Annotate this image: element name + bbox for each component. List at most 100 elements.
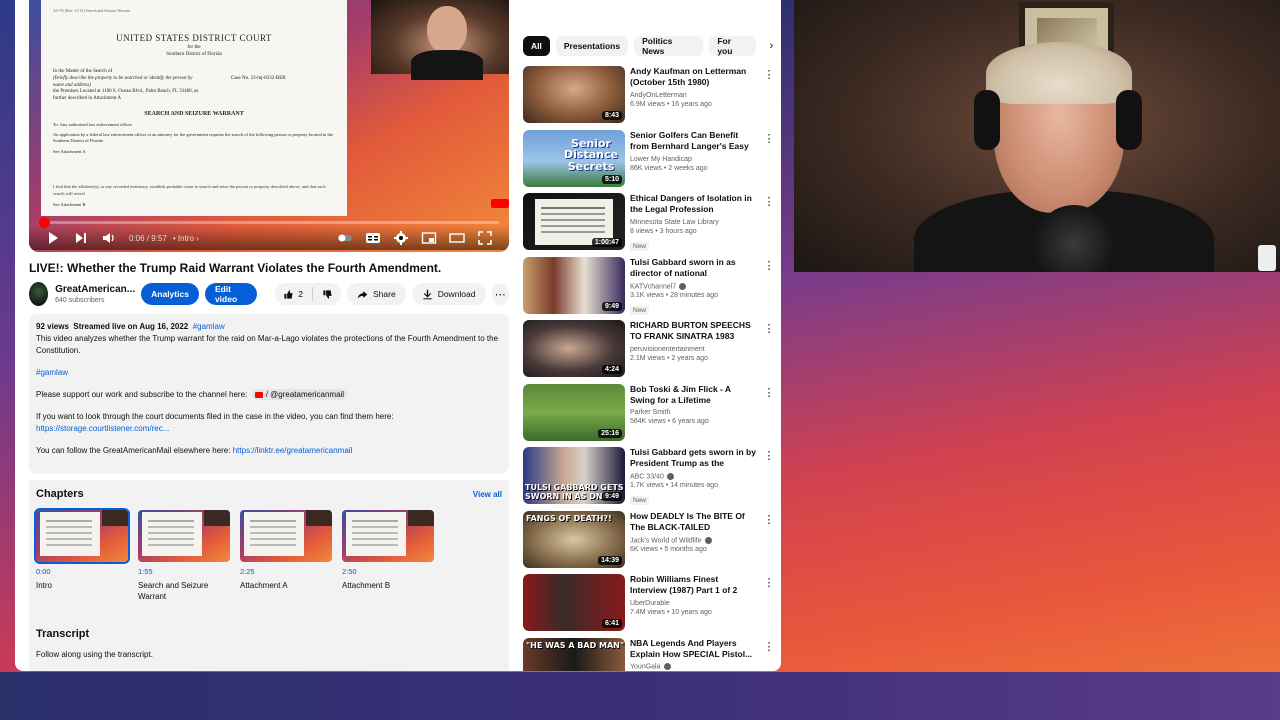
recommendation-channel[interactable]: YounGala	[630, 663, 756, 671]
channel-name[interactable]: GreatAmerican...	[55, 284, 135, 295]
fullscreen-button[interactable]	[471, 227, 499, 249]
volume-button[interactable]	[95, 227, 123, 249]
video-thumbnail[interactable]: 25:16	[523, 383, 625, 441]
recommendation-item[interactable]: 6:41 Robin Williams Finest Interview (19…	[523, 574, 775, 632]
chapter-title: Intro	[36, 581, 53, 590]
recommendations-list: 8:43 Andy Kaufman on Letterman (October …	[523, 66, 775, 671]
pause-autoplay-toggle[interactable]	[331, 227, 359, 249]
chapter-thumbnail	[342, 510, 434, 562]
kebab-menu-icon[interactable]: ⋮	[763, 132, 775, 146]
youtube-icon	[254, 391, 263, 398]
recommendation-channel[interactable]: ABC 33/40	[630, 473, 756, 480]
share-button[interactable]: Share	[347, 283, 406, 305]
chip-for-you[interactable]: For you	[709, 36, 756, 56]
recommendation-item[interactable]: 25:16 Bob Toski & Jim Flick - A Swing fo…	[523, 383, 775, 442]
recommendation-channel[interactable]: KATVchannel7	[630, 282, 756, 290]
doc-matter: In the Matter of the Search of (Briefly …	[53, 69, 199, 101]
kebab-menu-icon[interactable]: ⋮	[763, 322, 775, 336]
recommendation-title[interactable]: Senior Golfers Can Benefit from Bernhard…	[630, 130, 756, 153]
video-thumbnail[interactable]: TULSI GABBARD GETS SWORN IN AS DNI 9:49	[523, 447, 625, 504]
more-actions-button[interactable]: ⋯	[491, 283, 509, 305]
kebab-menu-icon[interactable]: ⋮	[763, 68, 775, 82]
next-button[interactable]	[67, 227, 95, 249]
kebab-menu-icon[interactable]: ⋮	[763, 640, 775, 654]
chip-politics-news[interactable]: Politics News	[634, 36, 704, 56]
edit-video-button[interactable]: Edit video	[204, 283, 258, 305]
recommendation-item[interactable]: TULSI GABBARD GETS SWORN IN AS DNI 9:49 …	[523, 447, 775, 506]
recommendation-channel[interactable]: peruvisionentertainment	[630, 346, 756, 353]
time-display: 0:06 / 9:57	[129, 233, 167, 243]
follow-line: You can follow the GreatAmericanMail els…	[36, 446, 353, 455]
kebab-menu-icon[interactable]: ⋮	[763, 576, 775, 590]
thumbs-down-icon[interactable]	[322, 289, 333, 300]
chapter-time: 2:50	[342, 567, 357, 576]
kebab-menu-icon[interactable]: ⋮	[763, 386, 775, 400]
subtitles-button[interactable]	[359, 227, 387, 249]
recommendation-item[interactable]: Senior Distance Secrets 5:10 Senior Golf…	[523, 129, 775, 188]
follow-link[interactable]: https://linktr.ee/greatamericanmail	[233, 446, 353, 455]
description-hashtag[interactable]: #gamlaw	[193, 322, 225, 331]
recommendation-title[interactable]: Tulsi Gabbard gets sworn in by President…	[630, 447, 756, 470]
video-thumbnail[interactable]: 1:00:47	[523, 193, 625, 250]
recommendation-channel[interactable]: Lower My Handicap	[630, 156, 756, 163]
download-button[interactable]: Download	[411, 283, 486, 305]
recommendation-item[interactable]: FANGS OF DEATH?! 14:39 How DEADLY Is The…	[523, 510, 775, 569]
recommendation-title[interactable]: Robin Williams Finest Interview (1987) P…	[630, 574, 756, 597]
chip-all[interactable]: All	[523, 36, 550, 56]
play-button[interactable]	[39, 227, 67, 249]
view-all-chapters-button[interactable]: View all	[473, 490, 502, 499]
settings-button[interactable]	[387, 227, 415, 249]
new-badge: New	[630, 241, 650, 251]
chapter-item[interactable]: 0:00 Intro	[34, 508, 130, 603]
recommendation-title[interactable]: Andy Kaufman on Letterman (October 15th …	[630, 66, 756, 89]
analytics-button[interactable]: Analytics	[141, 283, 199, 305]
video-thumbnail[interactable]: FANGS OF DEATH?! 14:39	[523, 510, 625, 568]
video-thumbnail[interactable]: 8:43	[523, 66, 625, 123]
recommendation-item[interactable]: 4:24 RICHARD BURTON SPEECHS TO FRANK SIN…	[523, 320, 775, 378]
recommendation-channel[interactable]: UberDurable	[630, 600, 756, 607]
recommendation-channel[interactable]: Minnesota State Law Library	[630, 219, 756, 226]
recommendation-title[interactable]: Bob Toski & Jim Flick - A Swing for a Li…	[630, 384, 756, 407]
recommendation-title[interactable]: Tulsi Gabbard sworn in as director of na…	[630, 257, 756, 280]
kebab-menu-icon[interactable]: ⋮	[763, 449, 775, 463]
recommendation-item[interactable]: 8:43 Andy Kaufman on Letterman (October …	[523, 66, 775, 124]
chapter-title: Attachment B	[342, 581, 391, 590]
video-thumbnail[interactable]: 4:24	[523, 320, 625, 377]
recommendation-channel[interactable]: AndyOnLetterman	[630, 92, 756, 99]
new-badge: New	[630, 305, 650, 315]
kebab-menu-icon[interactable]: ⋮	[763, 259, 775, 273]
video-thumbnail[interactable]: 6:41	[523, 574, 625, 631]
transcript-subtitle: Follow along using the transcript.	[36, 650, 153, 659]
kebab-menu-icon[interactable]: ⋮	[763, 513, 775, 527]
video-thumbnail[interactable]: Senior Distance Secrets 5:10	[523, 129, 625, 187]
recommendation-title[interactable]: Ethical Dangers of Isolation in the Lega…	[630, 193, 756, 216]
recommendation-title[interactable]: NBA Legends And Players Explain How SPEC…	[630, 638, 756, 661]
chapter-item[interactable]: 1:55 Search and Seizure Warrant	[138, 510, 230, 603]
recommendation-channel[interactable]: Parker Smith	[630, 409, 756, 416]
court-docs-link[interactable]: https://storage.courtlistener.com/rec...	[36, 424, 169, 433]
chapter-item[interactable]: 2:25 Attachment A	[240, 510, 332, 603]
thumbs-up-icon[interactable]	[283, 289, 294, 300]
description-box[interactable]: 92 views Streamed live on Aug 16, 2022 #…	[29, 314, 509, 474]
recommendation-item[interactable]: 1:00:47 Ethical Dangers of Isolation in …	[523, 193, 775, 251]
kebab-menu-icon[interactable]: ⋮	[763, 195, 775, 209]
description-hashtag-2[interactable]: #gamlaw	[36, 368, 68, 377]
channel-mention[interactable]: / @greatamericanmail	[251, 389, 348, 400]
recommendation-title[interactable]: RICHARD BURTON SPEECHS TO FRANK SINATRA …	[630, 320, 756, 343]
recommendation-item[interactable]: "HE WAS A BAD MAN" NBA Legends And Playe…	[523, 637, 775, 671]
channel-avatar[interactable]	[29, 282, 49, 306]
progress-bar[interactable]	[39, 217, 499, 228]
video-player[interactable]: AO 93 (Rev. 11/13) Search and Seizure Wa…	[29, 0, 509, 252]
miniplayer-button[interactable]	[415, 227, 443, 249]
chapter-item[interactable]: 2:50 Attachment B	[342, 510, 434, 603]
cup	[1258, 245, 1276, 271]
video-thumbnail[interactable]: "HE WAS A BAD MAN"	[523, 637, 625, 671]
recommendation-item[interactable]: 9:49 Tulsi Gabbard sworn in as director …	[523, 256, 775, 315]
recommendation-channel[interactable]: Jack's World of Wildlife	[630, 536, 756, 544]
chips-next-button[interactable]: ›	[762, 36, 781, 56]
video-thumbnail[interactable]: 9:49	[523, 256, 625, 314]
chip-presentations[interactable]: Presentations	[555, 36, 629, 56]
recommendation-title[interactable]: How DEADLY Is The BITE Of The BLACK-TAIL…	[630, 511, 756, 534]
current-chapter[interactable]: • Intro ›	[173, 234, 199, 243]
theater-mode-button[interactable]	[443, 227, 471, 249]
